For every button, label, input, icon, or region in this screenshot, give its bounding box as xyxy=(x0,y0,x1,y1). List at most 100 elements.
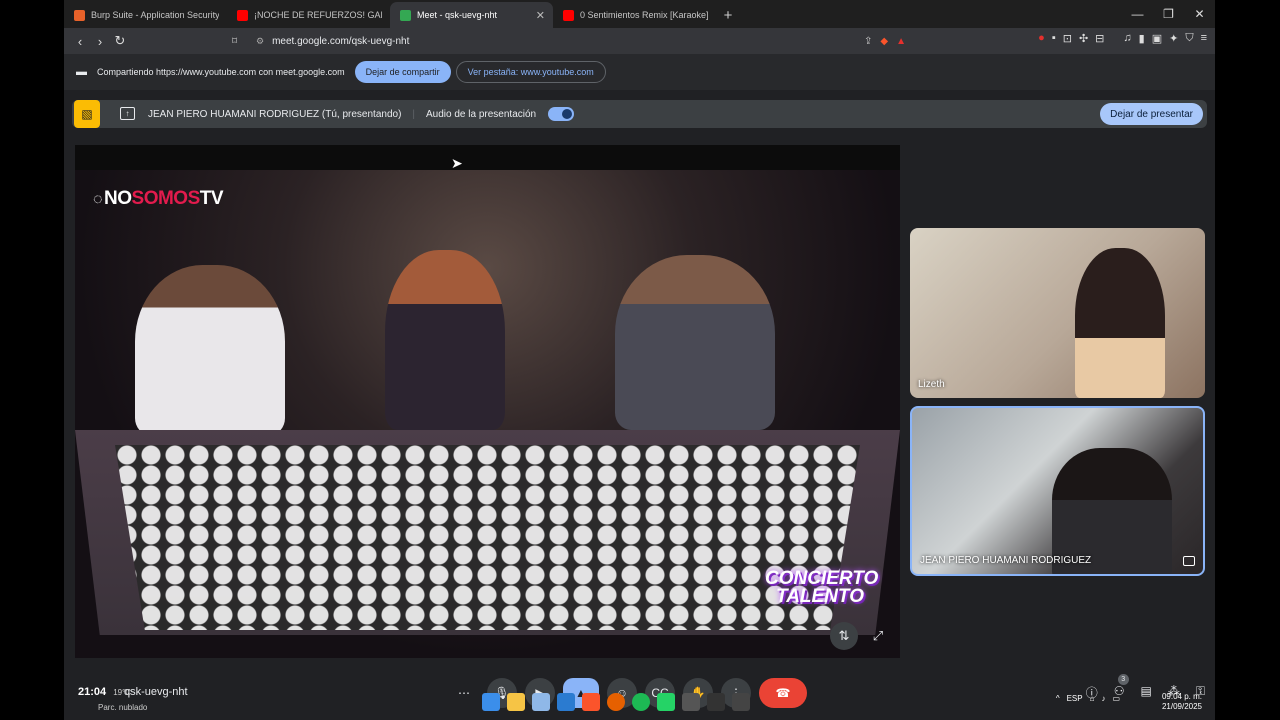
volume-icon[interactable]: ♪ xyxy=(1101,694,1105,703)
browser-toolbar: ‹ › ↻ ⌑ ⚙ meet.google.com/qsk-uevg-nht ⇪… xyxy=(64,28,1215,54)
tab-title: Burp Suite - Application Security Testi xyxy=(91,10,219,20)
clock-date: 21/09/2025 xyxy=(1161,702,1202,711)
taskbar-clock[interactable]: 09:04 p. m. 21/09/2025 xyxy=(1162,692,1202,712)
extension-red-icon[interactable]: ● xyxy=(1038,32,1045,45)
participant-count: 3 xyxy=(1117,674,1129,685)
tab-noche-refuerzos[interactable]: ¡NOCHE DE REFUERZOS! GALA 1 xyxy=(227,2,390,28)
back-icon[interactable]: ‹ xyxy=(70,31,90,51)
judge-left xyxy=(135,265,285,435)
divider: | xyxy=(412,108,416,120)
share-icon[interactable]: ⇪ xyxy=(864,36,872,47)
meet-favicon-icon xyxy=(400,9,411,21)
present-screen-icon: ↑ xyxy=(120,107,135,120)
new-tab-button[interactable]: + xyxy=(716,2,740,28)
tab-sentimientos[interactable]: 0 Sentimientos Remix [Karaoke] Jon Z xyxy=(553,2,716,28)
presenter-name: JEAN PIERO HUAMANI RODRIGUEZ (Tú, presen… xyxy=(148,108,402,120)
nosomostv-logo: ◌ NOSOMOSTV xyxy=(93,188,224,209)
network-icon[interactable]: ⌂ xyxy=(1090,694,1095,703)
tab-title: Meet - qsk-uevg-nht xyxy=(417,10,498,20)
brave-shield-icon[interactable]: ◆ xyxy=(880,36,888,47)
tab-strip: Burp Suite - Application Security Testi … xyxy=(64,0,1215,28)
app-icon[interactable] xyxy=(732,693,750,711)
stop-presenting-button[interactable]: Dejar de presentar xyxy=(1100,103,1203,125)
bookmark-icon[interactable]: ⌑ xyxy=(232,36,237,47)
participant-name: JEAN PIERO HUAMANI RODRIGUEZ xyxy=(920,555,1092,566)
presentation-audio-toggle[interactable] xyxy=(548,107,575,121)
chat-icon[interactable]: ▤ xyxy=(1141,684,1152,701)
brave-rewards-icon[interactable]: ▲ xyxy=(896,36,906,47)
screen-share-icon: ▬ xyxy=(76,66,87,78)
site-info-icon[interactable]: ⚙ xyxy=(256,36,264,47)
app-icon[interactable] xyxy=(707,693,725,711)
shared-screen: ◌ NOSOMOSTV CONCIERTO TALENTO ⇅ ⤢ xyxy=(75,145,900,658)
studio-scene: ◌ NOSOMOSTV CONCIERTO TALENTO xyxy=(75,170,900,658)
concierto-talento-badge: CONCIERTO TALENTO xyxy=(765,568,879,607)
sidebar-icon[interactable]: ▮ xyxy=(1139,32,1145,45)
taskbar-weather[interactable]: 21:04 19°C xyxy=(78,686,131,698)
overlay-time: 21:04 xyxy=(78,686,107,698)
participant-tile-self[interactable]: JEAN PIERO HUAMANI RODRIGUEZ xyxy=(910,406,1205,576)
participant-tile[interactable]: Lizeth xyxy=(910,228,1205,398)
firefox-icon[interactable] xyxy=(607,693,625,711)
vpn-icon[interactable]: ⛉ xyxy=(1185,32,1193,45)
taskbar-apps xyxy=(482,693,750,711)
presentation-bar: ▧ ↑ JEAN PIERO HUAMANI RODRIGUEZ (Tú, pr… xyxy=(72,100,1207,128)
judge-right xyxy=(615,255,775,430)
extension-icon[interactable]: ▪ xyxy=(1052,32,1056,45)
judge-center xyxy=(385,250,505,430)
weather-text: Parc. nublado xyxy=(98,703,148,712)
tab-meet[interactable]: Meet - qsk-uevg-nht ✕ xyxy=(390,2,553,28)
pin-icon[interactable] xyxy=(1183,556,1195,566)
system-tray: ^ ESP ⌂ ♪ ▭ xyxy=(1056,694,1120,703)
file-explorer-icon[interactable] xyxy=(507,693,525,711)
whatsapp-icon[interactable] xyxy=(657,693,675,711)
swap-icon[interactable]: ⇅ xyxy=(830,622,858,650)
puzzle-icon[interactable]: ✣ xyxy=(1079,32,1088,45)
meeting-code: qsk-uevg-nht xyxy=(124,686,188,698)
extension-icon[interactable]: ⊟ xyxy=(1095,32,1104,45)
minimize-icon[interactable]: — xyxy=(1122,0,1153,28)
tray-chevron-icon[interactable]: ^ xyxy=(1056,694,1060,703)
battery-icon[interactable]: ▭ xyxy=(1112,694,1120,703)
burp-favicon-icon xyxy=(74,9,85,21)
app-icon[interactable] xyxy=(682,693,700,711)
youtube-favicon-icon xyxy=(563,9,574,21)
windows-start-icon[interactable] xyxy=(482,693,500,711)
spotify-icon[interactable] xyxy=(632,693,650,711)
window-controls: — ❐ ✕ xyxy=(1122,0,1215,28)
leave-call-button[interactable]: ☎ xyxy=(759,678,807,708)
tab-title: ¡NOCHE DE REFUERZOS! GALA 1 xyxy=(254,10,382,20)
presentation-audio-label: Audio de la presentación xyxy=(426,108,537,120)
forward-icon[interactable]: › xyxy=(90,31,110,51)
tab-burp[interactable]: Burp Suite - Application Security Testi xyxy=(64,2,227,28)
hexagon-panel xyxy=(115,445,860,630)
vscode-icon[interactable] xyxy=(557,693,575,711)
meet-app: ▧ ↑ JEAN PIERO HUAMANI RODRIGUEZ (Tú, pr… xyxy=(64,90,1215,720)
close-tab-icon[interactable]: ✕ xyxy=(536,9,545,22)
reload-icon[interactable]: ↻ xyxy=(110,31,130,51)
extension-icons: ● ▪ ⊡ ✣ ⊟ ♫ ▮ ▣ ✦ ⛉ ≡ xyxy=(1038,32,1207,45)
fullscreen-icon[interactable]: ⤢ xyxy=(864,622,892,650)
sharing-bar: ▬ Compartiendo https://www.youtube.com c… xyxy=(64,54,1215,90)
more-options-icon[interactable]: ⋯ xyxy=(449,678,479,708)
stop-sharing-button[interactable]: Dejar de compartir xyxy=(354,61,451,83)
tab-title: 0 Sentimientos Remix [Karaoke] Jon Z xyxy=(580,10,708,20)
wallet-icon[interactable]: ▣ xyxy=(1152,32,1162,45)
camera-off-icon[interactable]: ▧ xyxy=(74,100,100,128)
sharing-text: Compartiendo https://www.youtube.com con… xyxy=(97,67,345,77)
leo-icon[interactable]: ✦ xyxy=(1169,32,1178,45)
url-text: meet.google.com/qsk-uevg-nht xyxy=(272,35,410,47)
language-indicator[interactable]: ESP xyxy=(1067,694,1083,703)
browser-window: Burp Suite - Application Security Testi … xyxy=(64,0,1215,720)
address-bar[interactable]: ⌑ ⚙ meet.google.com/qsk-uevg-nht ⇪ ◆ ▲ xyxy=(232,31,912,51)
music-icon[interactable]: ♫ xyxy=(1123,32,1131,45)
participant-name: Lizeth xyxy=(918,379,945,390)
brave-icon[interactable] xyxy=(582,693,600,711)
clock-time: 09:04 p. m. xyxy=(1161,692,1202,701)
maximize-icon[interactable]: ❐ xyxy=(1153,0,1184,28)
extension-icon[interactable]: ⊡ xyxy=(1063,32,1072,45)
menu-icon[interactable]: ≡ xyxy=(1201,32,1207,45)
view-tab-button[interactable]: Ver pestaña: www.youtube.com xyxy=(455,61,606,83)
store-icon[interactable] xyxy=(532,693,550,711)
close-window-icon[interactable]: ✕ xyxy=(1184,0,1215,28)
